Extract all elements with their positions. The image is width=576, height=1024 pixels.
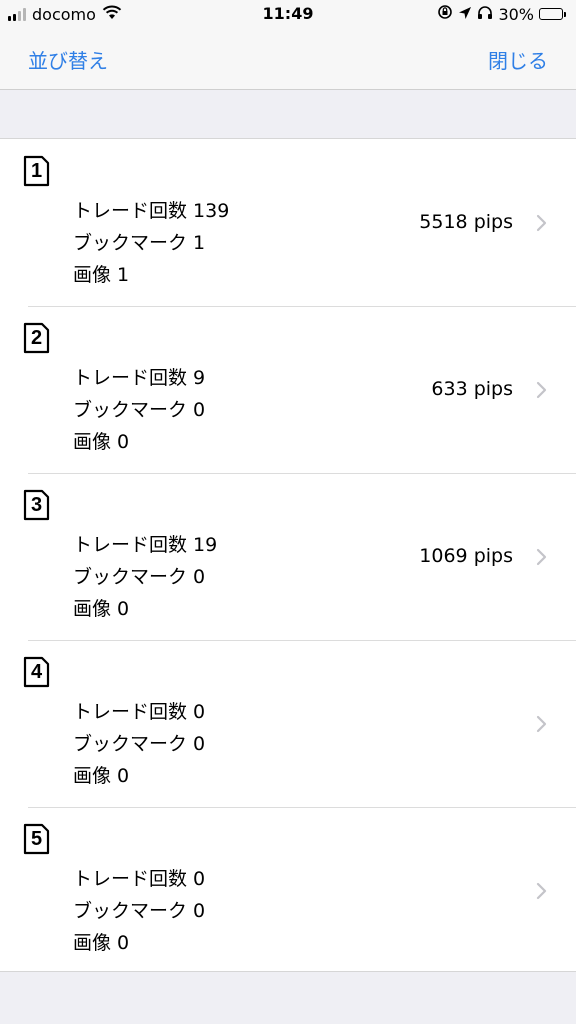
battery-percent: 30%: [498, 4, 534, 24]
chevron-right-icon: [536, 715, 548, 733]
number-badge-icon: 1: [23, 155, 50, 187]
status-bar-right: 30%: [437, 4, 566, 24]
battery-icon: [539, 8, 566, 20]
number-badge-icon: 5: [23, 823, 50, 855]
chevron-right-icon: [536, 882, 548, 900]
trade-count: トレード回数 19: [73, 534, 218, 556]
image-count: 画像 0: [73, 932, 130, 954]
number-label: 5: [30, 828, 43, 850]
close-button[interactable]: 閉じる: [488, 45, 548, 74]
pips-value: 633 pips: [431, 378, 513, 400]
orientation-lock-icon: [437, 4, 453, 24]
number-label: 3: [30, 494, 43, 516]
trade-count: トレード回数 9: [73, 367, 206, 389]
image-count: 画像 0: [73, 598, 130, 620]
headphones-icon: [477, 5, 493, 24]
bookmark-count: ブックマーク 0: [73, 399, 206, 421]
chevron-right-icon: [536, 548, 548, 566]
list-item[interactable]: 2 トレード回数 9 ブックマーク 0 画像 0 633 pips: [0, 306, 576, 473]
location-icon: [458, 5, 472, 24]
number-badge-icon: 2: [23, 322, 50, 354]
trade-count: トレード回数 0: [73, 868, 206, 890]
bookmark-count: ブックマーク 0: [73, 900, 206, 922]
pips-value: 1069 pips: [419, 545, 513, 567]
chevron-right-icon: [536, 381, 548, 399]
list-item[interactable]: 3 トレード回数 19 ブックマーク 0 画像 0 1069 pips: [0, 473, 576, 640]
number-badge-icon: 3: [23, 489, 50, 521]
image-count: 画像 1: [73, 264, 130, 286]
number-label: 1: [30, 160, 43, 182]
list-item[interactable]: 1 トレード回数 139 ブックマーク 1 画像 1 5518 pips: [0, 139, 576, 306]
pips-value: 5518 pips: [419, 211, 513, 233]
bookmark-count: ブックマーク 0: [73, 566, 206, 588]
bookmark-count: ブックマーク 1: [73, 232, 206, 254]
trade-count: トレード回数 0: [73, 701, 206, 723]
list-item[interactable]: 4 トレード回数 0 ブックマーク 0 画像 0: [0, 640, 576, 807]
image-count: 画像 0: [73, 765, 130, 787]
status-bar: docomo 11:49 30%: [0, 0, 576, 30]
sort-button[interactable]: 並び替え: [28, 45, 108, 74]
bookmark-count: ブックマーク 0: [73, 733, 206, 755]
list-item[interactable]: 5 トレード回数 0 ブックマーク 0 画像 0: [0, 807, 576, 974]
record-list: 1 トレード回数 139 ブックマーク 1 画像 1 5518 pips 2 ト…: [0, 138, 576, 972]
chevron-right-icon: [536, 214, 548, 232]
number-label: 2: [30, 327, 43, 349]
navigation-bar: 並び替え 閉じる: [0, 30, 576, 90]
number-badge-icon: 4: [23, 656, 50, 688]
trade-count: トレード回数 139: [73, 200, 230, 222]
number-label: 4: [30, 661, 43, 683]
image-count: 画像 0: [73, 431, 130, 453]
